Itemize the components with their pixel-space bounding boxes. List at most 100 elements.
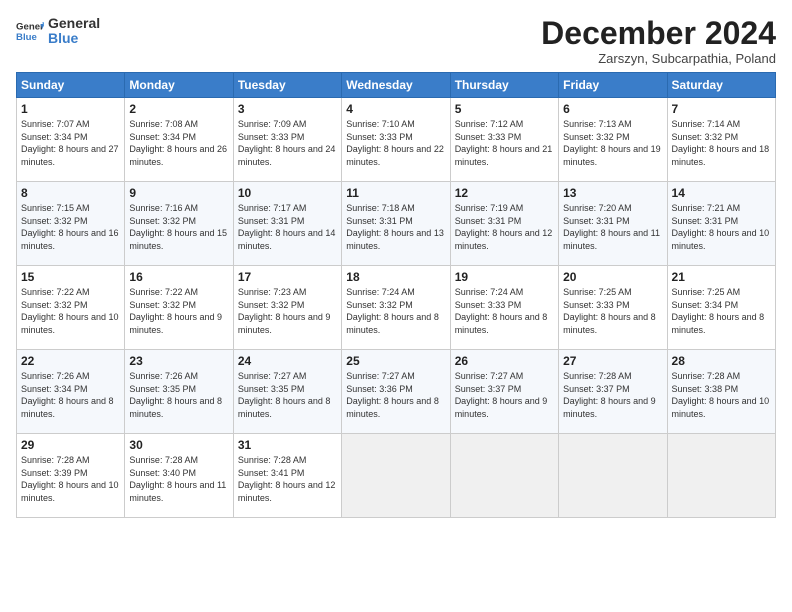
calendar-week-3: 22 Sunrise: 7:26 AM Sunset: 3:34 PM Dayl… [17, 350, 776, 434]
calendar-week-1: 8 Sunrise: 7:15 AM Sunset: 3:32 PM Dayli… [17, 182, 776, 266]
day-number: 14 [672, 186, 771, 200]
calendar-cell: 12 Sunrise: 7:19 AM Sunset: 3:31 PM Dayl… [450, 182, 558, 266]
day-info: Sunrise: 7:15 AM Sunset: 3:32 PM Dayligh… [21, 202, 120, 252]
calendar-week-4: 29 Sunrise: 7:28 AM Sunset: 3:39 PM Dayl… [17, 434, 776, 518]
header-monday: Monday [125, 73, 233, 98]
day-info: Sunrise: 7:17 AM Sunset: 3:31 PM Dayligh… [238, 202, 337, 252]
day-info: Sunrise: 7:12 AM Sunset: 3:33 PM Dayligh… [455, 118, 554, 168]
calendar-cell: 10 Sunrise: 7:17 AM Sunset: 3:31 PM Dayl… [233, 182, 341, 266]
day-number: 20 [563, 270, 662, 284]
calendar-cell: 13 Sunrise: 7:20 AM Sunset: 3:31 PM Dayl… [559, 182, 667, 266]
day-info: Sunrise: 7:28 AM Sunset: 3:38 PM Dayligh… [672, 370, 771, 420]
day-number: 4 [346, 102, 445, 116]
calendar-cell: 11 Sunrise: 7:18 AM Sunset: 3:31 PM Dayl… [342, 182, 450, 266]
calendar-cell: 15 Sunrise: 7:22 AM Sunset: 3:32 PM Dayl… [17, 266, 125, 350]
calendar-cell: 27 Sunrise: 7:28 AM Sunset: 3:37 PM Dayl… [559, 350, 667, 434]
day-number: 24 [238, 354, 337, 368]
calendar-cell: 25 Sunrise: 7:27 AM Sunset: 3:36 PM Dayl… [342, 350, 450, 434]
day-number: 15 [21, 270, 120, 284]
calendar-cell: 22 Sunrise: 7:26 AM Sunset: 3:34 PM Dayl… [17, 350, 125, 434]
calendar-cell: 20 Sunrise: 7:25 AM Sunset: 3:33 PM Dayl… [559, 266, 667, 350]
header-saturday: Saturday [667, 73, 775, 98]
day-info: Sunrise: 7:27 AM Sunset: 3:36 PM Dayligh… [346, 370, 445, 420]
day-info: Sunrise: 7:16 AM Sunset: 3:32 PM Dayligh… [129, 202, 228, 252]
svg-text:General: General [16, 22, 44, 33]
calendar-cell: 14 Sunrise: 7:21 AM Sunset: 3:31 PM Dayl… [667, 182, 775, 266]
calendar-cell: 26 Sunrise: 7:27 AM Sunset: 3:37 PM Dayl… [450, 350, 558, 434]
day-number: 21 [672, 270, 771, 284]
day-info: Sunrise: 7:21 AM Sunset: 3:31 PM Dayligh… [672, 202, 771, 252]
day-number: 2 [129, 102, 228, 116]
day-info: Sunrise: 7:25 AM Sunset: 3:33 PM Dayligh… [563, 286, 662, 336]
day-info: Sunrise: 7:08 AM Sunset: 3:34 PM Dayligh… [129, 118, 228, 168]
header-tuesday: Tuesday [233, 73, 341, 98]
day-info: Sunrise: 7:24 AM Sunset: 3:32 PM Dayligh… [346, 286, 445, 336]
day-number: 9 [129, 186, 228, 200]
calendar-cell: 5 Sunrise: 7:12 AM Sunset: 3:33 PM Dayli… [450, 98, 558, 182]
day-number: 22 [21, 354, 120, 368]
calendar-cell: 9 Sunrise: 7:16 AM Sunset: 3:32 PM Dayli… [125, 182, 233, 266]
day-info: Sunrise: 7:10 AM Sunset: 3:33 PM Dayligh… [346, 118, 445, 168]
calendar-cell: 4 Sunrise: 7:10 AM Sunset: 3:33 PM Dayli… [342, 98, 450, 182]
calendar-cell: 1 Sunrise: 7:07 AM Sunset: 3:34 PM Dayli… [17, 98, 125, 182]
calendar-cell: 29 Sunrise: 7:28 AM Sunset: 3:39 PM Dayl… [17, 434, 125, 518]
calendar-cell [559, 434, 667, 518]
calendar-cell: 19 Sunrise: 7:24 AM Sunset: 3:33 PM Dayl… [450, 266, 558, 350]
calendar-week-0: 1 Sunrise: 7:07 AM Sunset: 3:34 PM Dayli… [17, 98, 776, 182]
day-info: Sunrise: 7:22 AM Sunset: 3:32 PM Dayligh… [21, 286, 120, 336]
calendar-cell: 28 Sunrise: 7:28 AM Sunset: 3:38 PM Dayl… [667, 350, 775, 434]
day-info: Sunrise: 7:28 AM Sunset: 3:39 PM Dayligh… [21, 454, 120, 504]
day-number: 13 [563, 186, 662, 200]
header-thursday: Thursday [450, 73, 558, 98]
weekday-header-row: Sunday Monday Tuesday Wednesday Thursday… [17, 73, 776, 98]
calendar-cell: 21 Sunrise: 7:25 AM Sunset: 3:34 PM Dayl… [667, 266, 775, 350]
day-number: 8 [21, 186, 120, 200]
calendar-cell: 2 Sunrise: 7:08 AM Sunset: 3:34 PM Dayli… [125, 98, 233, 182]
logo-general: General [48, 16, 100, 31]
header-sunday: Sunday [17, 73, 125, 98]
calendar-cell: 31 Sunrise: 7:28 AM Sunset: 3:41 PM Dayl… [233, 434, 341, 518]
day-info: Sunrise: 7:22 AM Sunset: 3:32 PM Dayligh… [129, 286, 228, 336]
day-number: 1 [21, 102, 120, 116]
day-number: 25 [346, 354, 445, 368]
logo-blue: Blue [48, 31, 100, 46]
day-number: 31 [238, 438, 337, 452]
calendar-cell: 6 Sunrise: 7:13 AM Sunset: 3:32 PM Dayli… [559, 98, 667, 182]
subtitle: Zarszyn, Subcarpathia, Poland [541, 51, 776, 66]
calendar-cell: 17 Sunrise: 7:23 AM Sunset: 3:32 PM Dayl… [233, 266, 341, 350]
day-number: 5 [455, 102, 554, 116]
day-info: Sunrise: 7:07 AM Sunset: 3:34 PM Dayligh… [21, 118, 120, 168]
logo: General Blue General Blue [16, 16, 100, 47]
calendar-cell: 30 Sunrise: 7:28 AM Sunset: 3:40 PM Dayl… [125, 434, 233, 518]
day-info: Sunrise: 7:27 AM Sunset: 3:37 PM Dayligh… [455, 370, 554, 420]
day-info: Sunrise: 7:26 AM Sunset: 3:35 PM Dayligh… [129, 370, 228, 420]
day-number: 27 [563, 354, 662, 368]
day-number: 16 [129, 270, 228, 284]
day-number: 17 [238, 270, 337, 284]
day-number: 23 [129, 354, 228, 368]
calendar-cell [450, 434, 558, 518]
header-wednesday: Wednesday [342, 73, 450, 98]
calendar-week-2: 15 Sunrise: 7:22 AM Sunset: 3:32 PM Dayl… [17, 266, 776, 350]
day-info: Sunrise: 7:19 AM Sunset: 3:31 PM Dayligh… [455, 202, 554, 252]
calendar-cell: 24 Sunrise: 7:27 AM Sunset: 3:35 PM Dayl… [233, 350, 341, 434]
day-info: Sunrise: 7:27 AM Sunset: 3:35 PM Dayligh… [238, 370, 337, 420]
calendar-cell: 3 Sunrise: 7:09 AM Sunset: 3:33 PM Dayli… [233, 98, 341, 182]
calendar-cell: 8 Sunrise: 7:15 AM Sunset: 3:32 PM Dayli… [17, 182, 125, 266]
calendar-cell [342, 434, 450, 518]
day-info: Sunrise: 7:28 AM Sunset: 3:41 PM Dayligh… [238, 454, 337, 504]
calendar-cell: 7 Sunrise: 7:14 AM Sunset: 3:32 PM Dayli… [667, 98, 775, 182]
day-info: Sunrise: 7:18 AM Sunset: 3:31 PM Dayligh… [346, 202, 445, 252]
month-title: December 2024 [541, 16, 776, 51]
day-number: 10 [238, 186, 337, 200]
day-number: 19 [455, 270, 554, 284]
day-number: 26 [455, 354, 554, 368]
day-info: Sunrise: 7:09 AM Sunset: 3:33 PM Dayligh… [238, 118, 337, 168]
calendar-cell: 18 Sunrise: 7:24 AM Sunset: 3:32 PM Dayl… [342, 266, 450, 350]
day-info: Sunrise: 7:13 AM Sunset: 3:32 PM Dayligh… [563, 118, 662, 168]
day-number: 29 [21, 438, 120, 452]
day-number: 3 [238, 102, 337, 116]
page-container: General Blue General Blue December 2024 … [0, 0, 792, 528]
title-block: December 2024 Zarszyn, Subcarpathia, Pol… [541, 16, 776, 66]
day-info: Sunrise: 7:23 AM Sunset: 3:32 PM Dayligh… [238, 286, 337, 336]
